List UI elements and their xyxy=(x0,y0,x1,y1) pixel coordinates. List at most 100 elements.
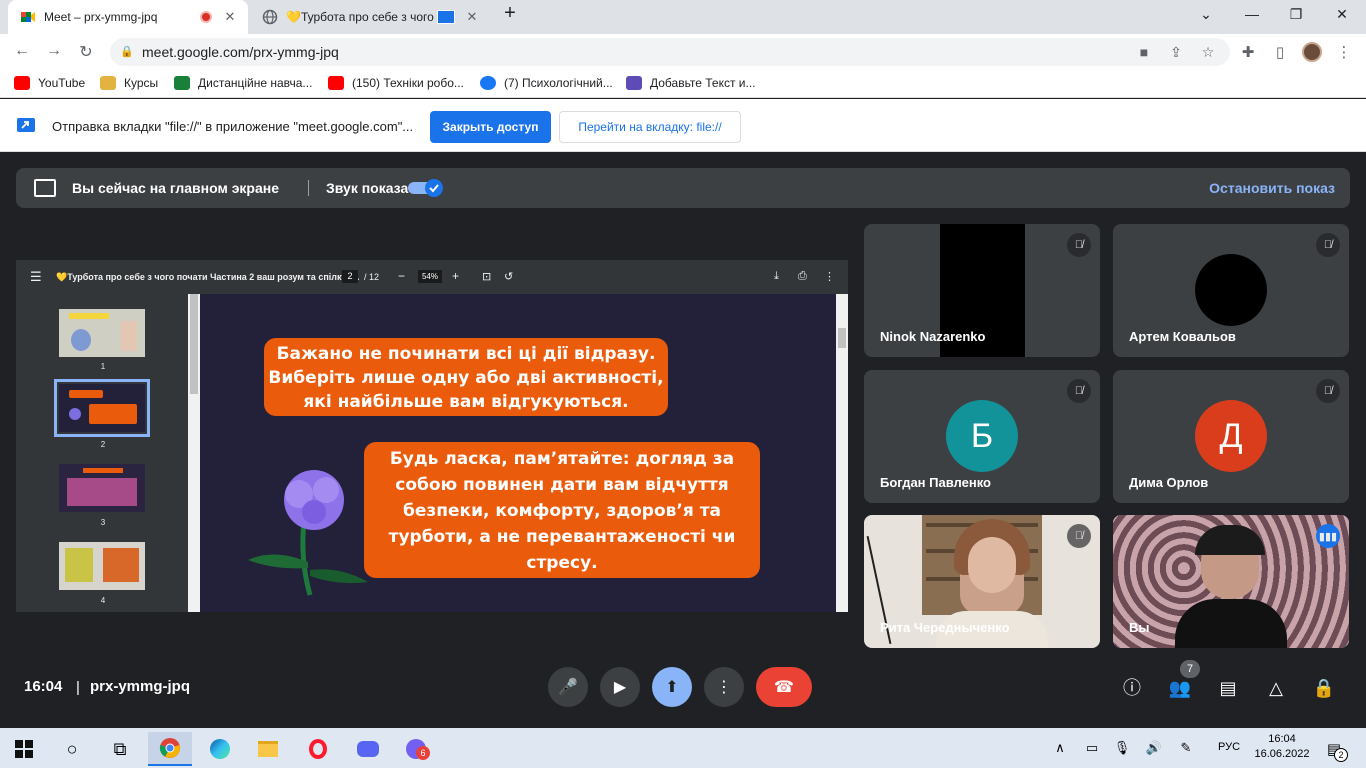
divider xyxy=(308,180,309,196)
battery-icon[interactable]: ▭ xyxy=(1082,740,1102,756)
rotate-icon[interactable]: ↺ xyxy=(504,270,513,283)
thumbnail-scrollbar[interactable] xyxy=(188,294,200,612)
slide-text-box-2: Будь ласка, пам’ятайте: догляд за собою … xyxy=(364,442,760,578)
microphone-tray-icon[interactable]: 🎙 xyxy=(1112,740,1132,756)
windows-start-icon[interactable] xyxy=(2,732,46,766)
zoom-in-icon[interactable]: + xyxy=(452,269,459,283)
tab-title: Meet – prx-ymmg-jpq xyxy=(44,10,158,24)
back-icon[interactable]: ← xyxy=(12,42,32,60)
page-input[interactable]: 2 xyxy=(342,270,358,283)
thumbnail-page-1[interactable] xyxy=(59,309,145,357)
bookmark-courses[interactable]: Курсы xyxy=(100,76,158,90)
search-icon[interactable]: ○ xyxy=(50,732,94,766)
reload-icon[interactable]: ↻ xyxy=(76,42,96,62)
browser-toolbar: ← → ↻ 🔒 meet.google.com/prx-ymmg-jpq ■ ⇪… xyxy=(0,34,1366,70)
meeting-code: prx-ymmg-jpq xyxy=(90,678,191,695)
new-tab-button[interactable]: + xyxy=(498,2,522,25)
leave-call-button[interactable]: ☎ xyxy=(756,667,812,707)
thumbnail-page-4[interactable] xyxy=(59,542,145,590)
profile-avatar[interactable] xyxy=(1302,42,1322,62)
stop-presenting-button[interactable]: Остановить показ xyxy=(1209,180,1335,196)
close-access-button[interactable]: Закрыть доступ xyxy=(430,111,551,143)
star-icon[interactable]: ☆ xyxy=(1198,44,1218,61)
extensions-icon[interactable]: ✚ xyxy=(1238,43,1258,61)
people-count-badge: 7 xyxy=(1180,660,1200,678)
participant-tile[interactable]: Б 🎙̸ Богдан Павленко xyxy=(864,370,1100,503)
zoom-input[interactable]: 54% xyxy=(418,270,442,283)
print-icon[interactable]: ⎙ xyxy=(798,270,807,283)
tab-pdf[interactable]: 💛Турбота про себе з чого ✕ xyxy=(250,0,490,34)
minimize-icon[interactable]: — xyxy=(1240,6,1264,22)
bookmarks-bar: YouTube Курсы Дистанційне навча... (150)… xyxy=(0,70,1366,98)
zoom-out-icon[interactable]: − xyxy=(398,269,405,283)
go-to-tab-button[interactable]: Перейти на вкладку: file:// xyxy=(559,111,741,143)
speaking-icon: ▮▮▮ xyxy=(1316,524,1340,548)
address-bar[interactable]: 🔒 meet.google.com/prx-ymmg-jpq ■ ⇪ ☆ xyxy=(110,38,1230,66)
avatar: Д xyxy=(1195,400,1267,472)
windows-taskbar: ○ ⧉ 6 ∧ ▭ 🎙 🔊 ✎ РУС 16:04 16.06.2022 ▤ 2 xyxy=(0,728,1366,768)
present-icon: ⬆ xyxy=(665,679,679,696)
meeting-info-icon[interactable]: ⓘ xyxy=(1120,676,1144,700)
restore-icon[interactable]: ❐ xyxy=(1284,6,1308,23)
edge-icon[interactable] xyxy=(198,732,242,766)
clock[interactable]: 16:04 16.06.2022 xyxy=(1252,732,1312,762)
participant-tile-self[interactable]: ▮▮▮ Вы xyxy=(1113,515,1349,648)
sidebar-menu-icon[interactable]: ☰ xyxy=(30,269,42,285)
bookmark-techniques[interactable]: (150) Техніки робо... xyxy=(328,76,464,90)
activities-icon[interactable]: △ xyxy=(1264,676,1288,700)
participant-tile[interactable]: 🎙̸ Артем Ковальов xyxy=(1113,224,1349,357)
side-panel-icon[interactable]: ▯ xyxy=(1270,43,1290,61)
camera-icon[interactable]: ■ xyxy=(1134,44,1154,60)
participant-tile[interactable]: 🎙̸ Рита Чередныченко xyxy=(864,515,1100,648)
present-button[interactable]: ⬆ xyxy=(652,667,692,707)
pen-icon[interactable]: ✎ xyxy=(1176,740,1196,756)
present-icon xyxy=(34,179,56,197)
presentation-bar: Вы сейчас на главном экране Звук показа … xyxy=(16,168,1350,208)
slide-text-box-1: Бажано не починати всі ці дії відразу. В… xyxy=(264,338,668,416)
meeting-time: 16:04 xyxy=(24,678,63,695)
share-icon[interactable]: ⇪ xyxy=(1166,44,1186,61)
host-controls-icon[interactable]: 🔒 xyxy=(1312,676,1336,700)
people-icon[interactable]: 👥 xyxy=(1168,676,1192,700)
sound-toggle[interactable] xyxy=(408,179,444,197)
task-view-icon[interactable]: ⧉ xyxy=(98,732,142,766)
bookmark-youtube[interactable]: YouTube xyxy=(14,76,85,90)
screen-share-icon xyxy=(437,10,455,24)
bookmark-psych[interactable]: (7) Психологічний... xyxy=(480,76,613,90)
volume-icon[interactable]: 🔊 xyxy=(1144,740,1164,756)
discord-icon[interactable] xyxy=(346,732,390,766)
forward-icon[interactable]: → xyxy=(44,42,64,60)
download-icon[interactable]: ⤓ xyxy=(774,270,779,283)
lock-icon: 🔒 xyxy=(120,46,134,58)
language-indicator[interactable]: РУС xyxy=(1214,741,1244,753)
chrome-icon[interactable] xyxy=(148,732,192,766)
chat-icon[interactable]: ▤ xyxy=(1216,676,1240,700)
mic-icon: 🎤 xyxy=(558,679,578,696)
close-tab-icon[interactable]: ✕ xyxy=(222,9,238,25)
youtube-icon xyxy=(14,76,30,90)
mic-button[interactable]: 🎤 xyxy=(548,667,588,707)
bookmark-distance[interactable]: Дистанційне навча... xyxy=(174,76,312,90)
participant-tile[interactable]: 🎙̸ Ninok Nazarenko xyxy=(864,224,1100,357)
thumbnail-number: 3 xyxy=(100,518,106,527)
tab-search-icon[interactable]: ⌄ xyxy=(1194,6,1218,23)
avatar xyxy=(1195,254,1267,326)
tab-meet[interactable]: Meet – prx-ymmg-jpq ✕ xyxy=(8,0,248,34)
close-window-icon[interactable]: ✕ xyxy=(1330,6,1354,23)
clock-date: 16.06.2022 xyxy=(1254,748,1310,760)
mic-off-icon: 🎙̸ xyxy=(1067,233,1091,257)
fit-page-icon[interactable]: ⊡ xyxy=(482,270,491,283)
page-scrollbar[interactable] xyxy=(836,294,848,612)
close-tab-icon[interactable]: ✕ xyxy=(464,9,480,25)
participant-tile[interactable]: Д 🎙̸ Дима Орлов xyxy=(1113,370,1349,503)
camera-button[interactable]: ▶ xyxy=(600,667,640,707)
opera-icon[interactable] xyxy=(296,732,340,766)
bookmark-add-text[interactable]: Добавьте Текст и... xyxy=(626,76,756,90)
thumbnail-page-3[interactable] xyxy=(59,464,145,512)
thumbnail-page-2[interactable] xyxy=(54,379,150,437)
file-explorer-icon[interactable] xyxy=(246,732,290,766)
tray-chevron-icon[interactable]: ∧ xyxy=(1050,740,1070,756)
menu-icon[interactable]: ⋮ xyxy=(1334,43,1354,61)
more-icon[interactable]: ⋮ xyxy=(824,270,835,283)
more-options-button[interactable]: ⋮ xyxy=(704,667,744,707)
